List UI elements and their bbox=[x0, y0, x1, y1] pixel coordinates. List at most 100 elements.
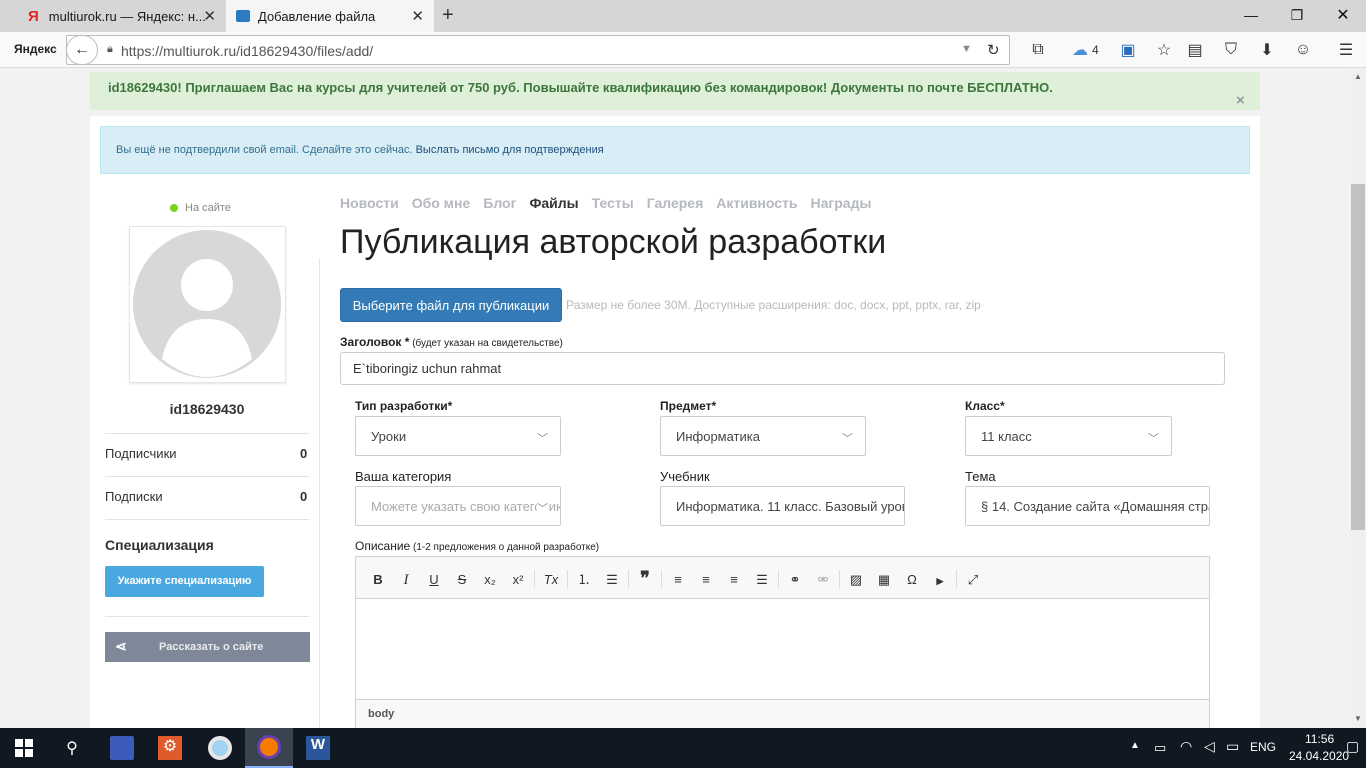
language-indicator[interactable]: ENG bbox=[1250, 740, 1276, 754]
image-icon[interactable]: ▨ bbox=[842, 570, 870, 590]
subscript-icon[interactable]: x₂ bbox=[476, 569, 504, 589]
scroll-down-arrow[interactable]: ▼ bbox=[1354, 714, 1362, 723]
taskbar-app-firefox[interactable] bbox=[245, 728, 293, 768]
choose-file-button[interactable]: Выберите файл для публикации bbox=[340, 288, 562, 322]
align-center-icon[interactable]: ≡ bbox=[692, 569, 720, 589]
align-right-icon[interactable]: ≡ bbox=[720, 569, 748, 589]
cloud-icon[interactable]: ☁ bbox=[1068, 38, 1092, 62]
specify-specialization-button[interactable]: Укажите специализацию bbox=[105, 566, 264, 597]
type-select[interactable]: Уроки ﹀ bbox=[355, 416, 561, 456]
class-label: Класс* bbox=[965, 399, 1005, 413]
close-tab-icon[interactable]: ✕ bbox=[411, 7, 424, 25]
link-icon[interactable]: ⚭ bbox=[781, 570, 809, 590]
bullet-list-icon[interactable]: ☰ bbox=[598, 570, 626, 590]
minimize-button[interactable]: — bbox=[1228, 0, 1274, 30]
extension-icon[interactable]: ▣ bbox=[1116, 38, 1140, 62]
avatar[interactable] bbox=[129, 226, 286, 383]
notification-bar-icon[interactable]: ▭ bbox=[1226, 738, 1239, 755]
underline-icon[interactable]: U bbox=[420, 569, 448, 589]
sidebar-border bbox=[319, 258, 320, 728]
blockquote-icon[interactable]: ❞ bbox=[631, 568, 659, 588]
online-status: На сайте bbox=[170, 202, 231, 214]
search-button[interactable]: ⚲ bbox=[48, 728, 96, 768]
scroll-up-arrow[interactable]: ▲ bbox=[1354, 72, 1362, 81]
reading-list-icon[interactable]: ▤ bbox=[1183, 38, 1207, 62]
taskbar-app-word[interactable]: W bbox=[294, 728, 342, 768]
nav-news[interactable]: Новости bbox=[340, 195, 399, 211]
class-select[interactable]: 11 класс ﹀ bbox=[965, 416, 1172, 456]
new-tab-button[interactable]: + bbox=[442, 4, 454, 27]
back-button[interactable]: ← bbox=[66, 35, 98, 65]
pocket-icon[interactable]: ⛉ bbox=[1219, 38, 1243, 62]
clock-date[interactable]: 24.04.2020 bbox=[1289, 749, 1349, 763]
align-justify-icon[interactable]: ☰ bbox=[748, 570, 776, 590]
tray-up-icon[interactable]: ▲ bbox=[1130, 740, 1140, 751]
url-text[interactable]: https://multiurok.ru/id18629430/files/ad… bbox=[121, 43, 373, 59]
maximize-button[interactable]: ❐ bbox=[1274, 0, 1320, 30]
book-icon bbox=[236, 10, 250, 22]
bookmark-star-icon[interactable]: ☆ bbox=[1152, 38, 1176, 62]
youtube-icon[interactable]: ▶ bbox=[926, 571, 954, 591]
close-tab-icon[interactable]: ✕ bbox=[203, 7, 216, 25]
italic-icon[interactable]: I bbox=[392, 570, 420, 590]
editor-content[interactable] bbox=[356, 599, 1209, 699]
reload-icon[interactable]: ↻ bbox=[987, 41, 1000, 59]
address-bar[interactable]: ← 🔒︎ https://multiurok.ru/id18629430/fil… bbox=[66, 35, 1010, 65]
confirm-email-link[interactable]: Выслать письмо для подтверждения bbox=[416, 144, 604, 156]
topic-select[interactable]: § 14. Создание сайта «Домашняя страница» bbox=[965, 486, 1210, 526]
action-center-icon[interactable]: ▢ bbox=[1346, 738, 1359, 755]
web-page: id18629430! Приглашаем Вас на курсы для … bbox=[0, 68, 1350, 728]
subscriptions-label[interactable]: Подписки bbox=[105, 489, 163, 504]
close-icon[interactable]: × bbox=[1236, 92, 1245, 109]
share-site-button[interactable]: ⋖ Рассказать о сайте bbox=[105, 632, 310, 662]
subscribers-label[interactable]: Подписчики bbox=[105, 446, 177, 461]
dropdown-icon[interactable]: ▼ bbox=[961, 43, 972, 55]
nav-gallery[interactable]: Галерея bbox=[647, 195, 704, 211]
title-input[interactable]: E`tiboringiz uchun rahmat bbox=[340, 352, 1225, 385]
share-icon: ⋖ bbox=[115, 638, 127, 654]
clear-format-icon[interactable]: Tx bbox=[537, 569, 565, 589]
yandex-label[interactable]: Яндекс bbox=[14, 42, 57, 56]
maximize-icon[interactable]: ⤢ bbox=[959, 570, 987, 590]
wifi-icon[interactable]: ◠ bbox=[1180, 738, 1192, 755]
download-icon[interactable]: ⬇ bbox=[1255, 38, 1279, 62]
taskbar-app-save[interactable] bbox=[98, 728, 146, 768]
special-char-icon[interactable]: Ω bbox=[898, 569, 926, 589]
textbook-select[interactable]: Информатика. 11 класс. Базовый уровень bbox=[660, 486, 905, 526]
taskbar-app-settings[interactable]: ⚙ bbox=[146, 728, 194, 768]
menu-icon[interactable]: ☰ bbox=[1334, 38, 1358, 62]
close-window-button[interactable]: ✕ bbox=[1320, 0, 1366, 30]
scroll-thumb[interactable] bbox=[1351, 184, 1365, 530]
align-left-icon[interactable]: ≡ bbox=[664, 569, 692, 589]
browser-tab-bar: Я multiurok.ru — Яндекс: н... ✕ Добавлен… bbox=[0, 0, 1366, 32]
lock-icon: 🔒︎ bbox=[107, 43, 113, 55]
subject-select[interactable]: Информатика ﹀ bbox=[660, 416, 866, 456]
unlink-icon[interactable]: ⚮ bbox=[809, 570, 837, 590]
taskbar-app-media[interactable] bbox=[196, 728, 244, 768]
nav-activity[interactable]: Активность bbox=[716, 195, 797, 211]
volume-icon[interactable]: ◁ bbox=[1204, 738, 1215, 755]
nav-files[interactable]: Файлы bbox=[529, 195, 578, 211]
element-path[interactable]: body bbox=[368, 708, 394, 720]
numbered-list-icon[interactable]: ⒈ bbox=[570, 568, 598, 588]
nav-awards[interactable]: Награды bbox=[811, 195, 872, 211]
bold-icon[interactable]: B bbox=[364, 569, 392, 589]
reader-icon[interactable]: ⧉ bbox=[1026, 38, 1050, 62]
account-icon[interactable]: ☺ bbox=[1291, 38, 1315, 62]
online-dot-icon bbox=[170, 204, 178, 212]
table-icon[interactable]: ▦ bbox=[870, 570, 898, 590]
scrollbar[interactable]: ▲ ▼ bbox=[1350, 68, 1366, 728]
tab-add-file[interactable]: Добавление файла ✕ bbox=[226, 0, 434, 32]
clock-time[interactable]: 11:56 bbox=[1305, 732, 1334, 746]
battery-icon[interactable]: ▭ bbox=[1154, 740, 1166, 756]
category-select[interactable]: Можете указать свою категорию ﹀ bbox=[355, 486, 561, 526]
strikethrough-icon[interactable]: S bbox=[448, 569, 476, 589]
tab-yandex[interactable]: Я multiurok.ru — Яндекс: н... ✕ bbox=[0, 0, 226, 32]
cloud-count: 4 bbox=[1092, 43, 1099, 57]
nav-blog[interactable]: Блог bbox=[483, 195, 516, 211]
nav-about[interactable]: Обо мне bbox=[412, 195, 471, 211]
nav-tests[interactable]: Тесты bbox=[592, 195, 634, 211]
start-button[interactable] bbox=[0, 728, 48, 768]
superscript-icon[interactable]: x² bbox=[504, 569, 532, 589]
topic-label: Тема bbox=[965, 469, 996, 484]
